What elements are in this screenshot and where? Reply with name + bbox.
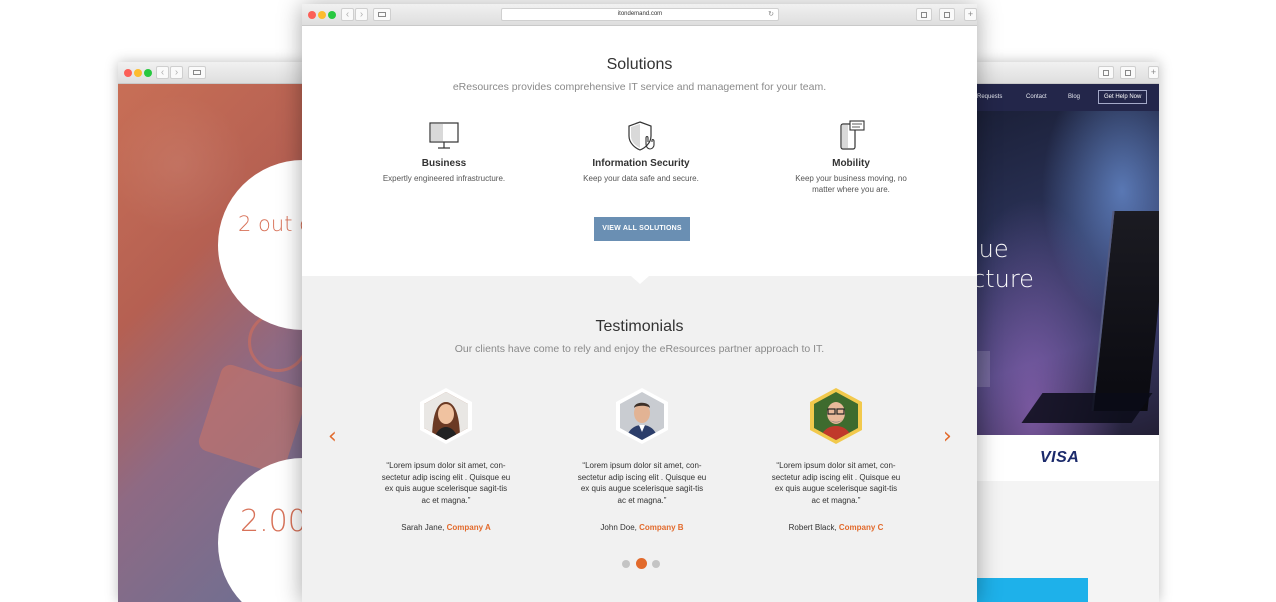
- section-subtitle: Our clients have come to rely and enjoy …: [454, 343, 825, 355]
- testimonial-author: John Doe, Company B: [567, 523, 717, 532]
- avatar: [616, 388, 668, 444]
- feature-title: Business: [421, 158, 467, 169]
- author-name: John Doe,: [600, 523, 640, 532]
- testimonial-author: Robert Black, Company C: [761, 523, 911, 532]
- back-left-browser-window: ‹ › 2 out o 2.00: [118, 62, 308, 602]
- address-bar[interactable]: itondemand.com ↻: [501, 8, 779, 21]
- back-arrow-icon[interactable]: ‹: [341, 8, 354, 21]
- sidebar-toggle-icon[interactable]: [373, 8, 391, 21]
- mobile-icon: [834, 120, 868, 152]
- testimonial-quote: “Lorem ipsum dolor sit amet, con-sectetu…: [381, 461, 511, 505]
- new-tab-icon[interactable]: +: [964, 8, 977, 21]
- zoom-window-button[interactable]: [328, 11, 336, 19]
- lower-section: [972, 481, 1159, 602]
- view-all-solutions-button[interactable]: VIEW ALL SOLUTIONS: [594, 217, 690, 241]
- feature-description: Keep your data safe and secure.: [583, 174, 699, 183]
- author-name: Sarah Jane,: [401, 523, 447, 532]
- avatar: [420, 388, 472, 444]
- close-window-button[interactable]: [124, 69, 132, 77]
- hero-image: 2 out o 2.00: [118, 84, 308, 602]
- avatar: [810, 388, 862, 444]
- carousel-pagination: [622, 558, 662, 570]
- testimonial-card: “Lorem ipsum dolor sit amet, con-sectetu…: [371, 388, 521, 532]
- hero-photo: lue cture: [972, 111, 1159, 435]
- stat-text: 2.00: [240, 504, 307, 539]
- front-browser-window: ‹ › itondemand.com ↻ + Solutions eResour…: [302, 4, 977, 602]
- testimonial-card: “Lorem ipsum dolor sit amet, con-sectetu…: [567, 388, 717, 532]
- carousel-next-arrow-icon[interactable]: ›: [943, 426, 952, 448]
- url-text: itondemand.com: [617, 11, 663, 17]
- reload-icon[interactable]: ↻: [768, 9, 774, 20]
- monitor-shape: [1091, 211, 1159, 411]
- testimonial-author: Sarah Jane, Company A: [371, 523, 521, 532]
- testimonial-card: “Lorem ipsum dolor sit amet, con-sectetu…: [761, 388, 911, 532]
- feature-title: Mobility: [832, 158, 870, 169]
- feature-description: Expertly engineered infrastructure.: [382, 174, 506, 183]
- feature-description: Keep your business moving, no matter whe…: [795, 174, 907, 194]
- nav-link-contact[interactable]: Contact: [1026, 94, 1047, 100]
- visa-logo: VISA: [1040, 449, 1080, 466]
- back-right-browser-window: + e Requests Contact Blog Get Help Now l…: [972, 62, 1159, 602]
- zoom-window-button[interactable]: [144, 69, 152, 77]
- stat-circle: 2 out o: [218, 160, 308, 330]
- browser-toolbar: ‹ › itondemand.com ↻ +: [302, 4, 977, 26]
- shield-icon: [624, 120, 658, 152]
- carousel-page-dot[interactable]: [622, 560, 630, 568]
- tabs-icon[interactable]: [939, 8, 955, 21]
- blue-band: [972, 578, 1088, 602]
- sidebar-toggle-icon[interactable]: [188, 66, 206, 79]
- feature-mobility: Mobility Keep your business moving, no m…: [761, 120, 941, 195]
- site-nav: e Requests Contact Blog Get Help Now: [972, 84, 1159, 111]
- nav-link-blog[interactable]: Blog: [1068, 94, 1080, 100]
- solutions-section: Solutions eResources provides comprehens…: [302, 26, 977, 276]
- client-logos: VISA: [972, 435, 1159, 481]
- share-icon[interactable]: [916, 8, 932, 21]
- forward-arrow-icon[interactable]: ›: [355, 8, 368, 21]
- company-link[interactable]: Company C: [839, 523, 883, 532]
- carousel-page-dot[interactable]: [652, 560, 660, 568]
- new-tab-icon[interactable]: +: [1148, 66, 1159, 79]
- browser-toolbar: +: [972, 62, 1159, 84]
- section-notch: [631, 276, 649, 284]
- feature-title: Information Security: [592, 158, 690, 169]
- tabs-icon[interactable]: [1120, 66, 1136, 79]
- section-title: Solutions: [606, 56, 673, 73]
- testimonial-quote: “Lorem ipsum dolor sit amet, con-sectetu…: [577, 461, 707, 505]
- carousel-prev-arrow-icon[interactable]: ‹: [328, 426, 337, 448]
- hero-heading-line: lue: [972, 235, 1009, 263]
- carousel-page-dot-active[interactable]: [636, 558, 647, 569]
- hero-heading-line: cture: [972, 265, 1034, 293]
- close-window-button[interactable]: [308, 11, 316, 19]
- share-icon[interactable]: [1098, 66, 1114, 79]
- get-help-button[interactable]: Get Help Now: [1098, 90, 1148, 104]
- company-link[interactable]: Company B: [639, 523, 683, 532]
- section-subtitle: eResources provides comprehensive IT ser…: [452, 81, 827, 93]
- stat-text: 2 out o: [238, 212, 308, 236]
- keyboard-shape: [1021, 393, 1153, 423]
- browser-toolbar: ‹ ›: [118, 62, 308, 84]
- stat-circle: 2.00: [218, 458, 308, 602]
- feature-business: Business Expertly engineered infrastruct…: [354, 120, 534, 184]
- testimonials-section: Testimonials Our clients have come to re…: [302, 276, 977, 602]
- author-name: Robert Black,: [788, 523, 839, 532]
- minimize-window-button[interactable]: [134, 69, 142, 77]
- stage: ‹ › 2 out o 2.00 + e Requests Contact Bl…: [0, 0, 1276, 602]
- forward-arrow-icon[interactable]: ›: [170, 66, 183, 79]
- monitor-icon: [427, 120, 461, 152]
- back-arrow-icon[interactable]: ‹: [156, 66, 169, 79]
- minimize-window-button[interactable]: [318, 11, 326, 19]
- company-link[interactable]: Company A: [447, 523, 491, 532]
- section-title: Testimonials: [595, 318, 684, 335]
- feature-information-security: Information Security Keep your data safe…: [551, 120, 731, 184]
- testimonial-quote: “Lorem ipsum dolor sit amet, con-sectetu…: [771, 461, 901, 505]
